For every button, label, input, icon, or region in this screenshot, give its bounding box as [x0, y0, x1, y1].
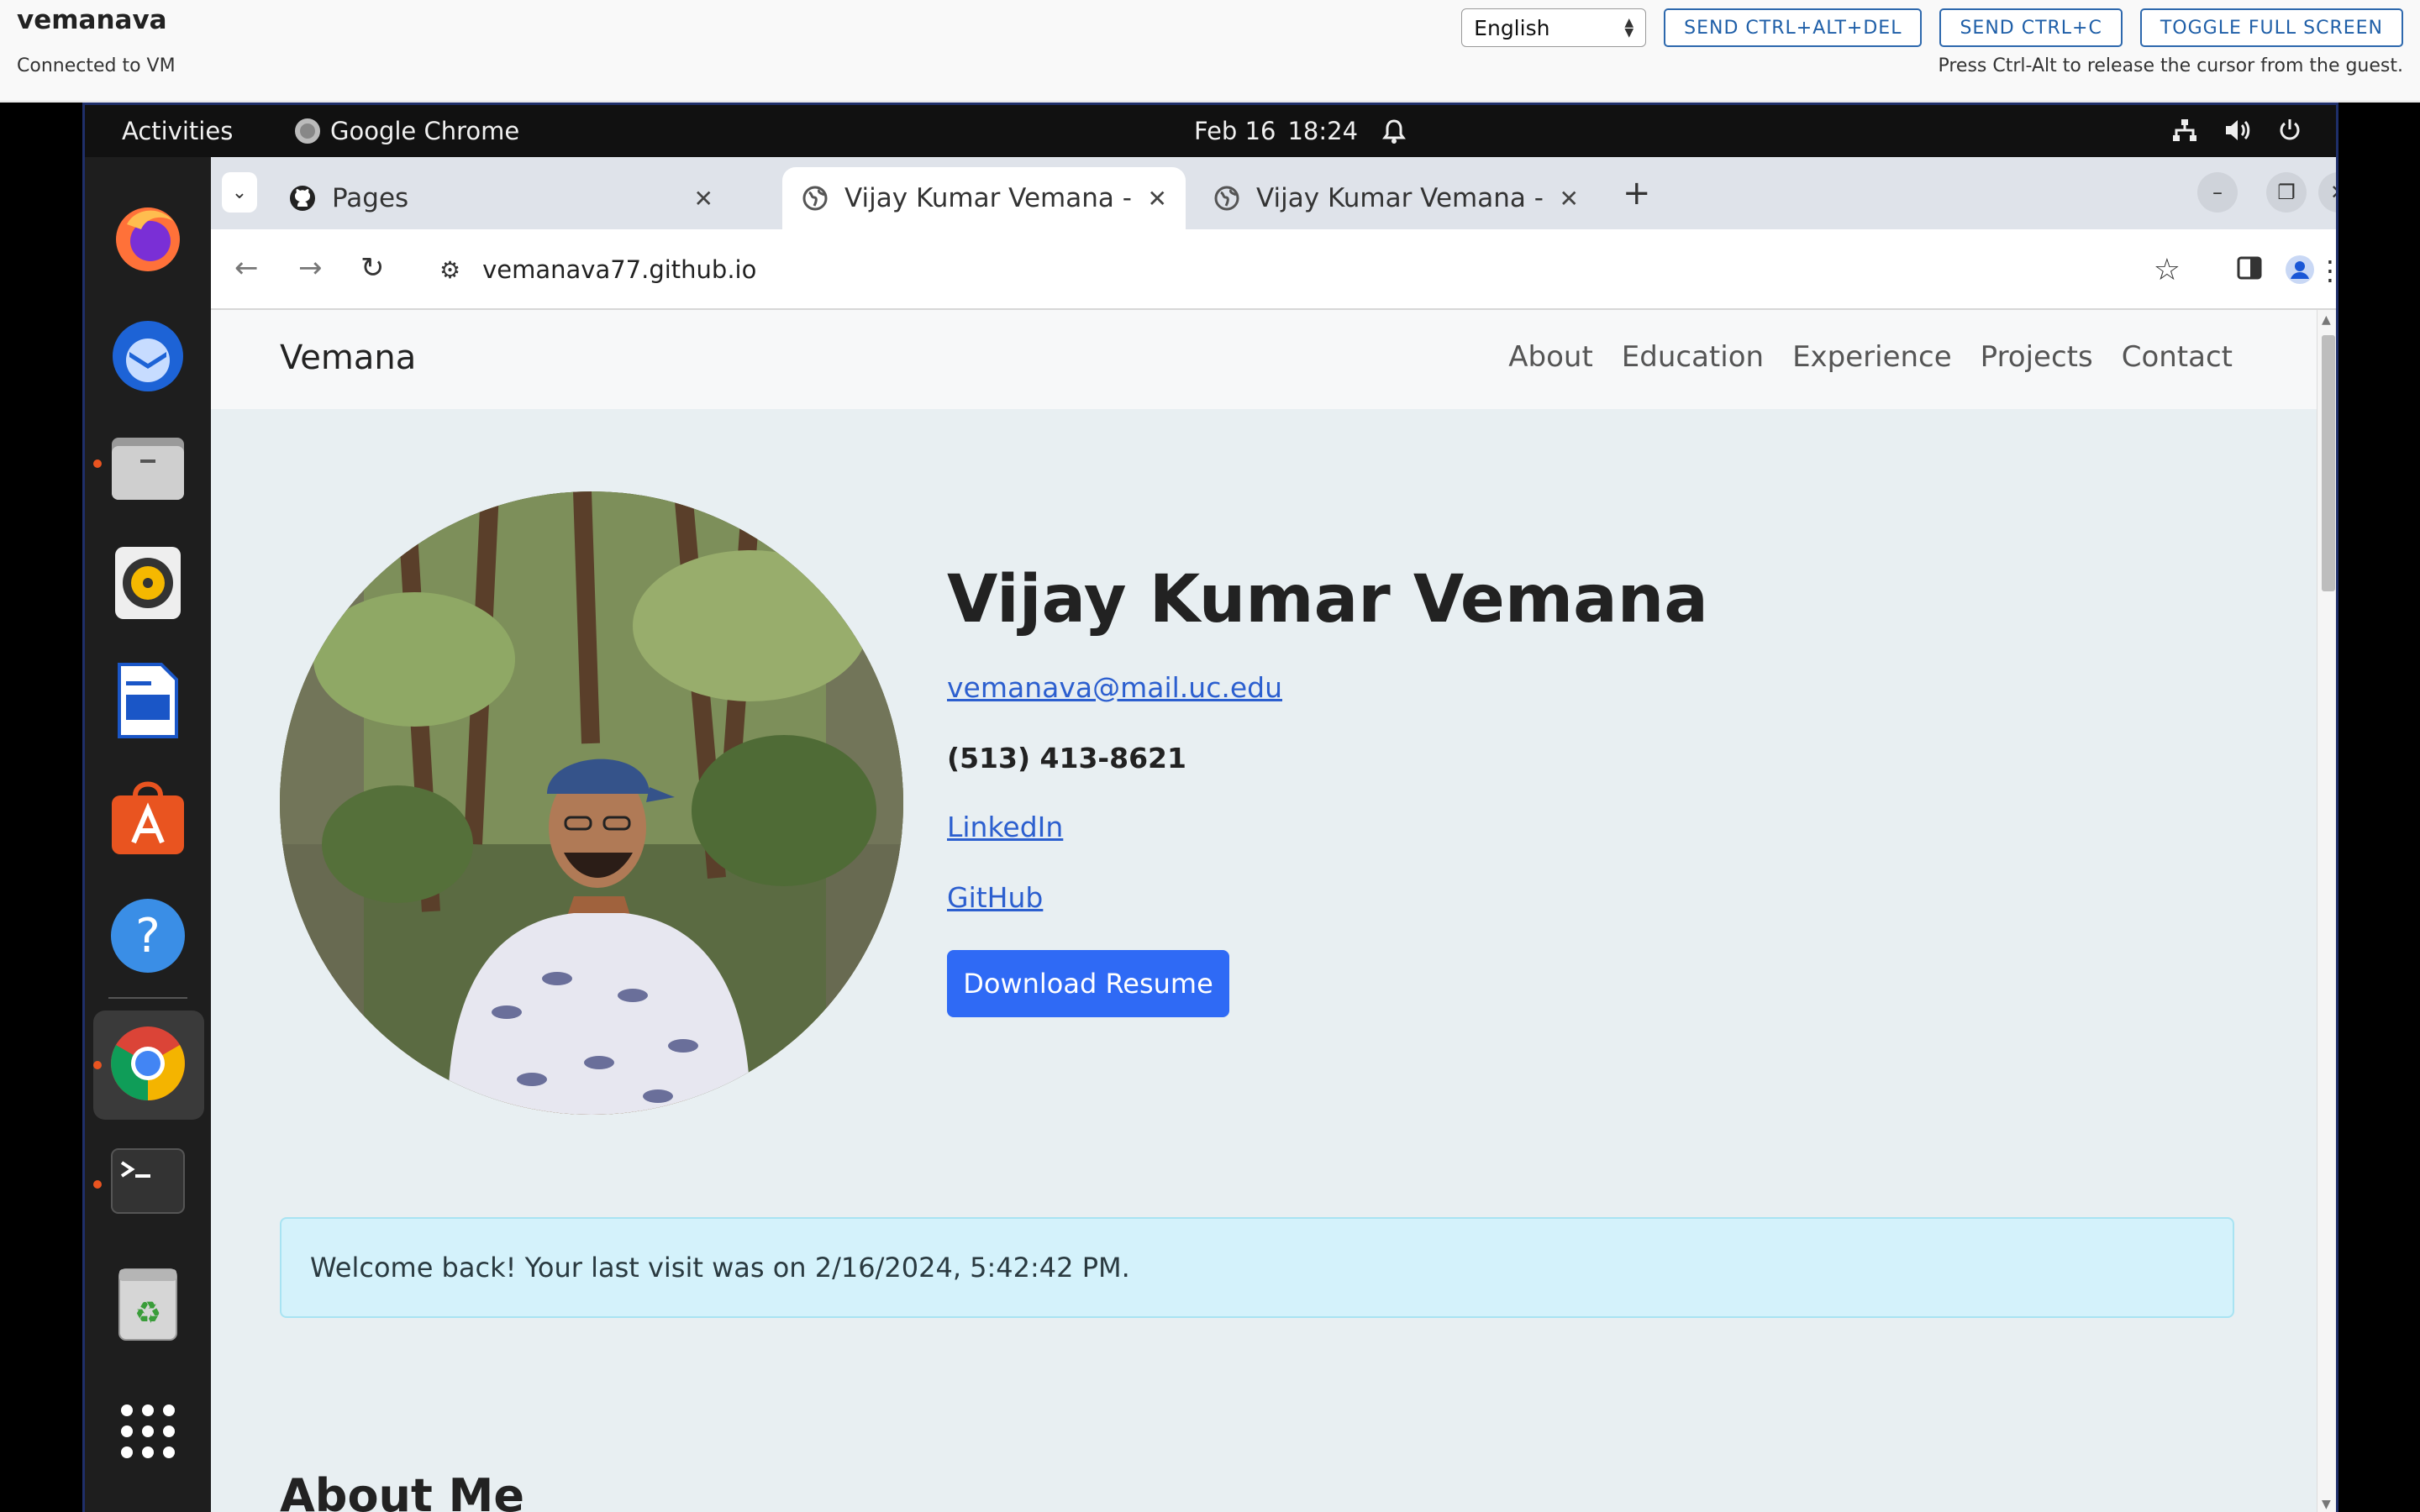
nav-contact[interactable]: Contact — [2122, 340, 2233, 374]
thunderbird-icon[interactable] — [108, 317, 187, 396]
address-bar[interactable]: ⚙ vemanava77.github.io ☆ — [421, 241, 2270, 298]
vm-screen[interactable]: Activities Google Chrome Feb 16 18:24 ? … — [82, 102, 2338, 1512]
site-brand[interactable]: Vemana — [280, 339, 416, 377]
power-icon — [2280, 119, 2300, 140]
network-icon — [2173, 119, 2196, 141]
tab-pages[interactable]: Pages ✕ — [270, 167, 732, 229]
about-me-heading: About Me — [280, 1469, 524, 1512]
rhythmbox-icon[interactable] — [108, 543, 187, 622]
app-menu-label: Google Chrome — [330, 117, 520, 145]
chrome-icon — [295, 118, 320, 144]
running-indicator — [93, 1180, 102, 1189]
forward-arrow-icon[interactable]: → — [298, 251, 323, 285]
chrome-window: ⌄ Pages ✕ Vijay Kumar Vemana - Pr ✕ — [211, 157, 2336, 1512]
send-ctrl-alt-del-button[interactable]: SEND CTRL+ALT+DEL — [1664, 8, 1923, 47]
github-icon — [288, 184, 317, 213]
site-nav-links: About Education Experience Projects Cont… — [1508, 340, 2233, 374]
release-cursor-hint: Press Ctrl-Alt to release the cursor fro… — [1938, 55, 2403, 76]
profile-photo — [280, 491, 903, 1115]
tab-search-button[interactable]: ⌄ — [222, 172, 257, 213]
system-tray[interactable] — [2171, 117, 2302, 144]
tab-portfolio[interactable]: Vijay Kumar Vemana - Pr ✕ — [1194, 167, 1597, 229]
close-window-icon[interactable]: ✕ — [2318, 172, 2336, 213]
scrollbar-thumb[interactable] — [2322, 335, 2335, 591]
select-arrows-icon: ▲ ▼ — [1624, 16, 1634, 39]
globe-icon — [801, 184, 829, 213]
tab-title: Vijay Kumar Vemana - Pr — [1256, 183, 1544, 213]
app-menu[interactable]: Google Chrome — [295, 117, 519, 145]
nav-education[interactable]: Education — [1622, 340, 1764, 374]
terminal-icon[interactable] — [108, 1142, 187, 1221]
svg-text:?: ? — [135, 909, 160, 963]
vm-controls: English ▲ ▼ SEND CTRL+ALT+DEL SEND CTRL+C… — [1461, 8, 2403, 47]
address-bar-url: vemanava77.github.io — [482, 255, 757, 284]
download-resume-button[interactable]: Download Resume — [947, 950, 1229, 1017]
minimize-icon[interactable]: – — [2197, 172, 2238, 213]
language-select-value: English — [1474, 15, 1550, 40]
activities-button[interactable]: Activities — [122, 117, 233, 145]
welcome-back-alert: Welcome back! Your last visit was on 2/1… — [280, 1217, 2234, 1318]
vm-status: Connected to VM — [17, 55, 176, 76]
phone-number: (513) 413-8621 — [947, 742, 1186, 774]
alarm-bell-icon — [1382, 119, 1407, 144]
vm-console-header: vemanava Connected to VM English ▲ ▼ SEND… — [0, 0, 2420, 102]
tab-strip: ⌄ Pages ✕ Vijay Kumar Vemana - Pr ✕ — [211, 157, 2336, 229]
toggle-full-screen-button[interactable]: TOGGLE FULL SCREEN — [2139, 8, 2403, 47]
close-icon[interactable]: ✕ — [1148, 185, 1167, 213]
profile-avatar-icon[interactable] — [2285, 255, 2315, 291]
site-navbar: Vemana About Education Experience Projec… — [211, 310, 2317, 409]
nav-projects[interactable]: Projects — [1981, 340, 2093, 374]
chrome-icon[interactable] — [108, 1024, 187, 1103]
help-icon[interactable]: ? — [108, 896, 187, 975]
new-tab-plus-icon[interactable]: + — [1623, 174, 1651, 213]
linkedin-link[interactable]: LinkedIn — [947, 811, 1063, 843]
bookmark-star-icon[interactable]: ☆ — [2154, 253, 2181, 287]
tab-portfolio-active[interactable]: Vijay Kumar Vemana - Pr ✕ — [782, 167, 1186, 229]
gnome-top-bar: Activities Google Chrome Feb 16 18:24 — [85, 105, 2336, 157]
close-icon[interactable]: ✕ — [694, 185, 713, 213]
close-icon[interactable]: ✕ — [1560, 185, 1579, 213]
nav-about[interactable]: About — [1508, 340, 1593, 374]
github-link[interactable]: GitHub — [947, 881, 1043, 914]
files-icon[interactable] — [108, 426, 187, 505]
clock-date: Feb 16 — [1194, 117, 1276, 145]
tab-title: Pages — [332, 183, 409, 213]
app-center-icon[interactable] — [108, 779, 187, 858]
writer-icon[interactable] — [108, 661, 187, 740]
back-arrow-icon[interactable]: ← — [234, 251, 259, 285]
volume-icon — [2226, 120, 2250, 140]
hero-name: Vijay Kumar Vemana — [947, 562, 1708, 638]
chevron-down-icon: ⌄ — [231, 181, 248, 203]
browser-toolbar: ← → ↻ ⚙ vemanava77.github.io ☆ ⋮ — [211, 229, 2336, 310]
globe-icon — [1213, 184, 1241, 213]
more-menu-icon[interactable]: ⋮ — [2317, 255, 2336, 286]
scroll-down-arrow-icon[interactable]: ▼ — [2322, 1498, 2331, 1511]
nav-experience[interactable]: Experience — [1792, 340, 1952, 374]
restore-icon[interactable]: ❐ — [2266, 172, 2307, 213]
svg-text:♻: ♻ — [134, 1296, 161, 1331]
send-ctrl-c-button[interactable]: SEND CTRL+C — [1939, 8, 2123, 47]
scroll-up-arrow-icon[interactable]: ▲ — [2322, 313, 2331, 327]
page-scrollbar[interactable]: ▲ ▼ — [2317, 310, 2336, 1512]
running-indicator — [93, 459, 102, 468]
site-settings-icon[interactable]: ⚙ — [439, 256, 460, 284]
tab-title: Vijay Kumar Vemana - Pr — [844, 183, 1133, 213]
reload-icon[interactable]: ↻ — [360, 251, 385, 285]
page-viewport[interactable]: Vemana About Education Experience Projec… — [211, 310, 2317, 1512]
firefox-icon[interactable] — [108, 197, 187, 276]
side-panel-icon[interactable] — [2236, 255, 2263, 288]
vm-name: vemanava — [17, 5, 167, 35]
dock-separator — [108, 997, 187, 999]
running-indicator — [93, 1061, 102, 1069]
trash-icon[interactable]: ♻ — [108, 1264, 187, 1343]
app-grid-icon[interactable] — [108, 1392, 187, 1471]
clock[interactable]: Feb 16 18:24 — [1194, 117, 1407, 145]
clock-time: 18:24 — [1287, 117, 1359, 145]
language-select[interactable]: English ▲ ▼ — [1461, 8, 1647, 47]
letterbox-left — [0, 102, 82, 1512]
letterbox-right — [2338, 102, 2420, 1512]
email-link[interactable]: vemanava@mail.uc.edu — [947, 671, 1282, 704]
ubuntu-dock: ? ♻ — [85, 157, 211, 1512]
